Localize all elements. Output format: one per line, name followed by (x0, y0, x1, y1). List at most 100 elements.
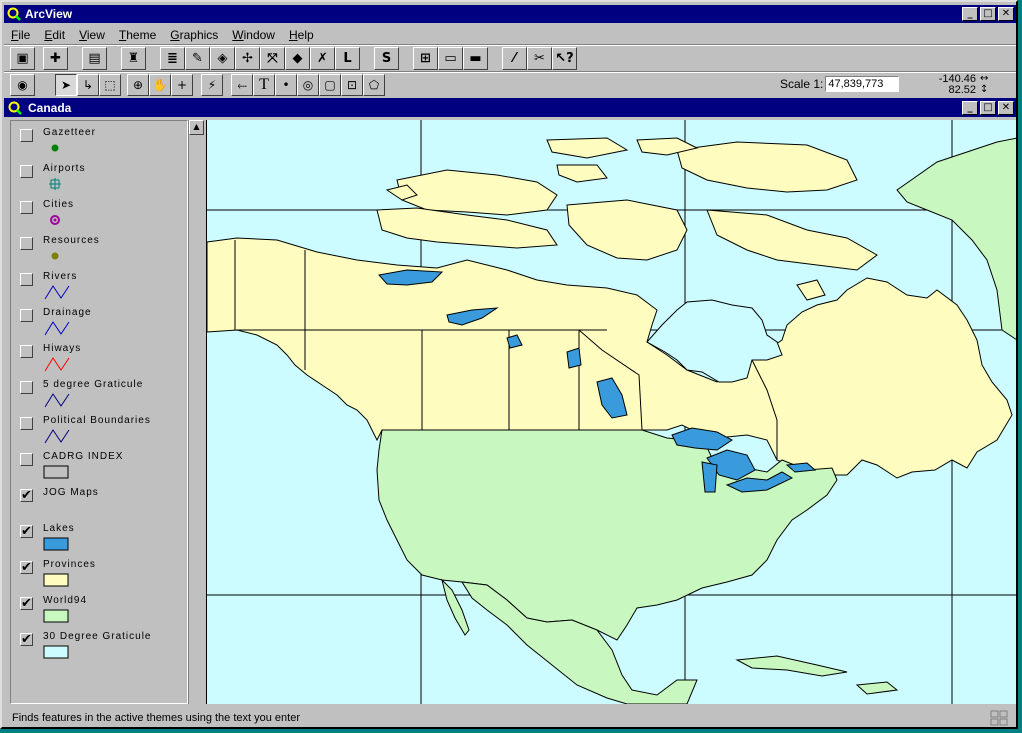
theme-legend-symbol (43, 465, 69, 479)
cut-button[interactable]: ✂ (527, 46, 552, 70)
scroll-up-arrow-icon: ▲ (193, 122, 200, 131)
scroll-up-button[interactable]: ▲ (189, 120, 204, 135)
view-minimize-button[interactable]: _ (962, 101, 978, 115)
theme-item[interactable]: 5 degree Graticule (11, 375, 189, 411)
theme-visibility-checkbox[interactable]: ✔ (20, 561, 33, 574)
identify-tool[interactable]: ◉ (10, 74, 35, 96)
snap-tool[interactable]: ⊡ (341, 74, 363, 96)
magnifier-icon: ⊕ (132, 78, 144, 92)
theme-name: 30 Degree Graticule (43, 631, 152, 642)
theme-visibility-checkbox[interactable] (20, 273, 33, 286)
edit-button[interactable]: ⁄ (502, 46, 527, 70)
draw-point-tool[interactable]: • (275, 74, 297, 96)
y-coordinate: 82.52 (948, 84, 976, 96)
app-titlebar[interactable]: ArcView _ □ ✕ (4, 5, 1016, 23)
measure-tool[interactable]: + (171, 74, 193, 96)
theme-item[interactable]: Political Boundaries (11, 411, 189, 447)
theme-visibility-checkbox[interactable] (20, 381, 33, 394)
theme-item[interactable]: ✔ JOG Maps (11, 483, 189, 519)
menu-file[interactable]: File (4, 26, 37, 44)
theme-item[interactable]: Hiways (11, 339, 189, 375)
theme-legend-symbol (43, 537, 69, 551)
add-theme-button[interactable]: ✚ (43, 46, 68, 70)
theme-item[interactable]: Gazetteer (11, 123, 189, 159)
theme-item[interactable]: Drainage (11, 303, 189, 339)
text-tool[interactable]: T (253, 74, 275, 96)
select-feature-tool[interactable]: ⬚ (99, 74, 121, 96)
theme-item[interactable]: ✔ 30 Degree Graticule (11, 627, 189, 663)
theme-visibility-checkbox[interactable] (20, 453, 33, 466)
map-display[interactable] (206, 120, 1016, 704)
edit-legend-button[interactable]: ≣ (160, 46, 185, 70)
theme-visibility-checkbox[interactable] (20, 417, 33, 430)
menu-graphics[interactable]: Graphics (163, 26, 225, 44)
label-tool[interactable]: ⬸ (231, 74, 253, 96)
theme-visibility-checkbox[interactable]: ✔ (20, 489, 33, 502)
theme-visibility-checkbox[interactable]: ✔ (20, 597, 33, 610)
theme-visibility-checkbox[interactable] (20, 309, 33, 322)
vertex-edit-tool[interactable]: ↳ (77, 74, 99, 96)
view-maximize-button[interactable]: □ (980, 101, 996, 115)
clear-selected-button[interactable]: ✗ (310, 46, 335, 70)
theme-legend-symbol (51, 252, 59, 260)
close-button[interactable]: ✕ (998, 7, 1014, 21)
scale-input[interactable]: 47,839,773 (825, 76, 900, 92)
identify-icon: ◉ (17, 78, 28, 92)
theme-name: Drainage (43, 307, 92, 318)
minimize-button[interactable]: _ (962, 7, 978, 21)
zoom-to-selected-button[interactable]: ⤧ (260, 46, 285, 70)
view-close-button[interactable]: ✕ (998, 101, 1014, 115)
diamond-arrow-icon: ◆ (292, 50, 303, 66)
theme-visibility-checkbox[interactable] (20, 237, 33, 250)
theme-item[interactable]: Resources (11, 231, 189, 267)
link-button[interactable]: ▬ (463, 46, 488, 70)
view-titlebar[interactable]: Canada _ □ ✕ (4, 98, 1016, 117)
theme-item[interactable]: ✔ Lakes (11, 519, 189, 555)
save-project-button[interactable]: ▣ (10, 46, 35, 70)
theme-legend-symbol (50, 215, 60, 225)
theme-visibility-checkbox[interactable]: ✔ (20, 633, 33, 646)
draw-circle-tool[interactable]: ◎ (297, 74, 319, 96)
menu-edit[interactable]: Edit (37, 26, 72, 44)
zoom-to-active-themes-button[interactable]: ✢ (235, 46, 260, 70)
theme-item[interactable]: ✔ World94 (11, 591, 189, 627)
theme-name: 5 degree Graticule (43, 379, 144, 390)
theme-visibility-checkbox[interactable] (20, 201, 33, 214)
menu-theme[interactable]: Theme (112, 26, 163, 44)
theme-visibility-checkbox[interactable] (20, 345, 33, 358)
toc-scrollbar[interactable]: ▲ (188, 120, 204, 704)
theme-visibility-checkbox[interactable] (20, 165, 33, 178)
locate-address-button[interactable]: L (335, 46, 360, 70)
checkmark-icon: ✔ (21, 524, 32, 539)
menu-help[interactable]: Help (282, 26, 321, 44)
zoom-in-tool[interactable]: ⊕ (127, 74, 149, 96)
hotlink-tool[interactable]: ⚡ (201, 74, 223, 96)
menu-window[interactable]: Window (225, 26, 282, 44)
theme-visibility-checkbox[interactable] (20, 129, 33, 142)
theme-visibility-checkbox[interactable]: ✔ (20, 525, 33, 538)
print-button[interactable]: ▭ (438, 46, 463, 70)
theme-item[interactable]: ✔ Provinces (11, 555, 189, 591)
theme-item[interactable]: Airports (11, 159, 189, 195)
draw-polygon-tool[interactable]: ⬠ (363, 74, 385, 96)
help-button[interactable]: ↖? (552, 46, 577, 70)
zoom-to-full-extent-button[interactable]: ◈ (210, 46, 235, 70)
layout-button[interactable]: ⊞ (413, 46, 438, 70)
baja-land (441, 578, 470, 636)
map-canvas[interactable] (207, 120, 1016, 704)
pointer-tool[interactable]: ➤ (55, 74, 77, 96)
zoom-in-button[interactable]: ◆ (285, 46, 310, 70)
theme-legend-symbol (43, 609, 69, 623)
theme-item[interactable]: Cities (11, 195, 189, 231)
resize-grip-icon[interactable] (990, 710, 1008, 726)
theme-item[interactable]: Rivers (11, 267, 189, 303)
draw-rectangle-tool[interactable]: ▢ (319, 74, 341, 96)
pan-tool[interactable]: ✋ (149, 74, 171, 96)
select-by-theme-button[interactable]: S (374, 46, 399, 70)
maximize-button[interactable]: □ (980, 7, 996, 21)
open-table-button[interactable]: ♜ (121, 46, 146, 70)
theme-properties-button[interactable]: ▤ (82, 46, 107, 70)
hot-link-button[interactable]: ✎ (185, 46, 210, 70)
theme-item[interactable]: CADRG INDEX (11, 447, 189, 483)
menu-view[interactable]: View (72, 26, 112, 44)
